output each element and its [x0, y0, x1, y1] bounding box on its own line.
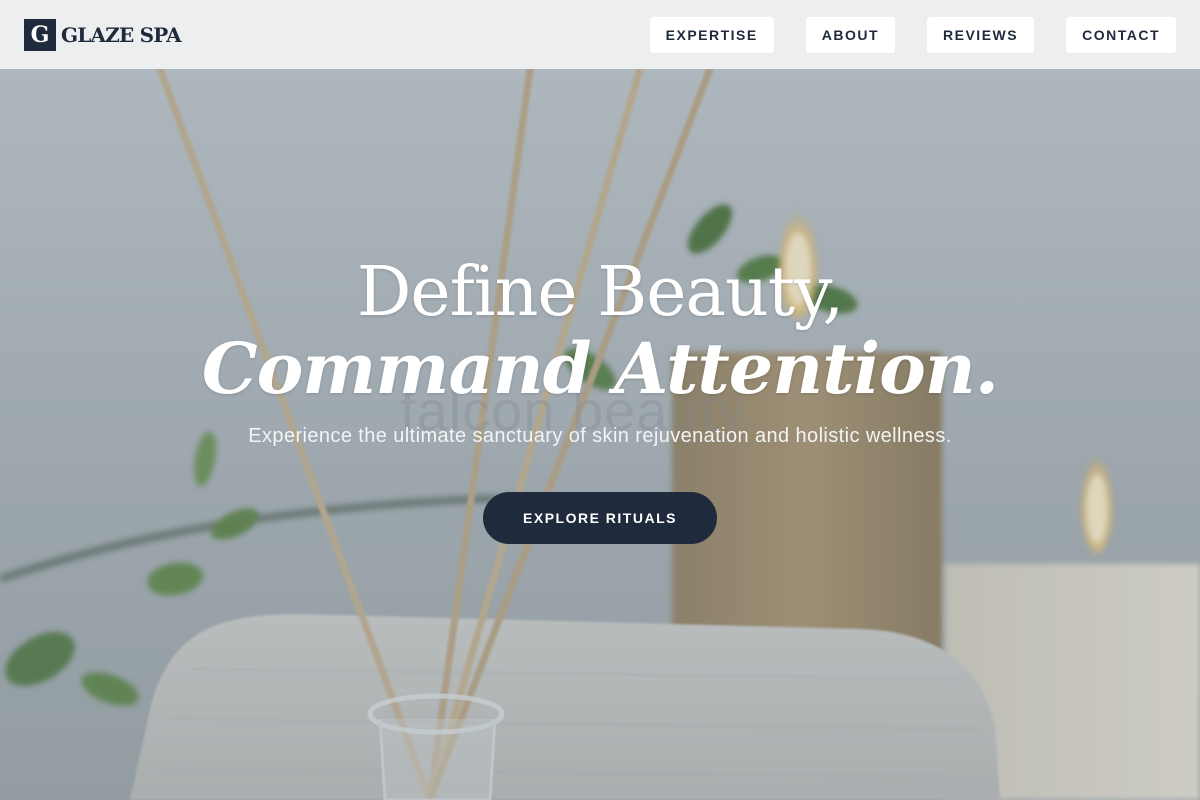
- nav-contact-button[interactable]: CONTACT: [1066, 16, 1176, 53]
- logo-text: GLAZE SPA: [61, 22, 182, 47]
- logo-mark: G: [24, 18, 56, 51]
- hero-subtitle: Experience the ultimate sanctuary of ski…: [248, 425, 952, 447]
- main-nav: EXPERTISE ABOUT REVIEWS CONTACT: [649, 16, 1176, 53]
- site-header: G GLAZE SPA EXPERTISE ABOUT REVIEWS CONT…: [0, 0, 1200, 69]
- nav-expertise-button[interactable]: EXPERTISE: [649, 16, 774, 53]
- explore-rituals-button[interactable]: EXPLORE RITUALS: [483, 492, 717, 544]
- nav-about-button[interactable]: ABOUT: [805, 16, 896, 53]
- hero-title: Define Beauty, Command Attention.: [0, 255, 1200, 407]
- hero-section: falcon beauty Define Beauty, Command Att…: [0, 69, 1200, 800]
- hero-title-line1: Define Beauty,: [356, 253, 844, 332]
- nav-reviews-button[interactable]: REVIEWS: [927, 16, 1035, 53]
- logo[interactable]: G GLAZE SPA: [24, 18, 182, 51]
- hero-title-line2: Command Attention.: [201, 327, 999, 410]
